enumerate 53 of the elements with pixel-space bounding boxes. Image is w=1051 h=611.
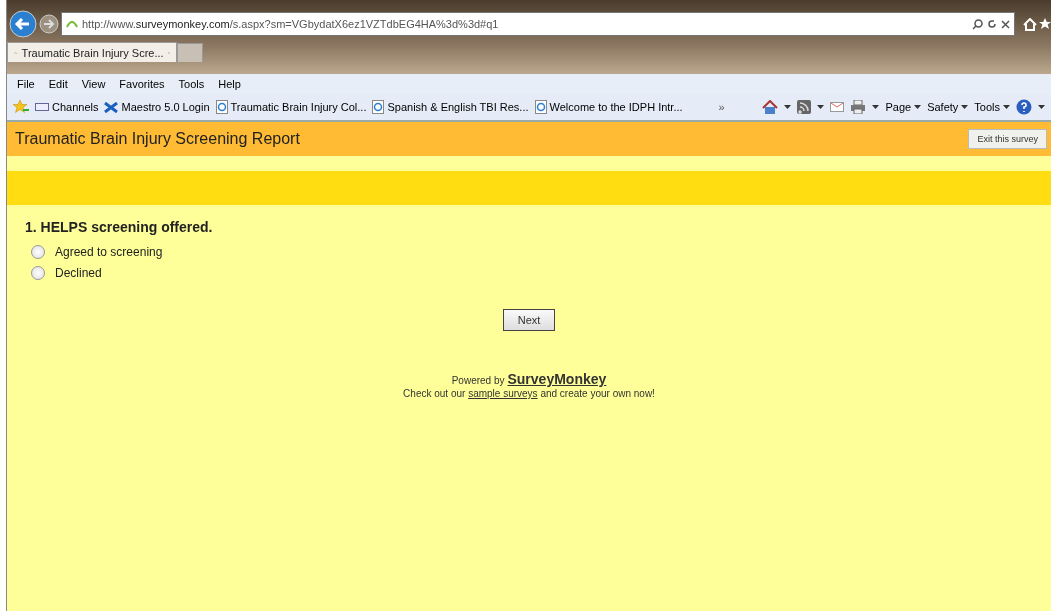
brand-link[interactable]: SurveyMonkey bbox=[507, 371, 607, 387]
question-text: 1. HELPS screening offered. bbox=[25, 219, 214, 235]
page-icon bbox=[372, 100, 385, 114]
caret-icon bbox=[1003, 105, 1010, 109]
back-button[interactable] bbox=[9, 10, 37, 38]
refresh-icon[interactable] bbox=[987, 19, 997, 29]
caret-icon bbox=[961, 105, 969, 109]
printer-icon[interactable] bbox=[850, 100, 867, 114]
page-icon bbox=[534, 100, 547, 114]
x-logo-icon bbox=[104, 101, 119, 113]
powered-by-text: Powered by bbox=[451, 375, 505, 386]
browser-tab[interactable]: Traumatic Brain Injury Scre... bbox=[7, 42, 177, 62]
command-menu[interactable]: Page bbox=[885, 101, 922, 113]
help-icon[interactable] bbox=[1016, 99, 1032, 115]
exit-survey-button[interactable]: Exit this survey bbox=[968, 129, 1047, 149]
caret-icon bbox=[872, 105, 880, 109]
radio-button[interactable] bbox=[31, 265, 45, 280]
sample-surveys-link[interactable]: sample surveys bbox=[468, 388, 538, 399]
channel-icon bbox=[35, 103, 49, 111]
caret-icon bbox=[784, 105, 792, 109]
mail-icon[interactable] bbox=[830, 102, 845, 112]
favorites-link[interactable]: Traumatic Brain Injury Col... bbox=[215, 100, 367, 114]
footer-text: Check out our sample surveys and create your own now! bbox=[403, 388, 655, 399]
menu-item[interactable]: View bbox=[81, 78, 106, 90]
menu-item[interactable]: Favorites bbox=[119, 78, 165, 90]
favorites-link[interactable]: Channels bbox=[35, 101, 99, 113]
page-icon bbox=[215, 100, 228, 114]
menu-item[interactable]: Help bbox=[218, 78, 241, 90]
search-icon[interactable] bbox=[972, 18, 983, 30]
favorites-link[interactable]: Welcome to the IDPH Intr... bbox=[534, 100, 683, 114]
more-chevron[interactable]: » bbox=[718, 101, 725, 113]
command-menu[interactable]: Safety bbox=[927, 101, 969, 113]
home-icon[interactable] bbox=[1023, 17, 1037, 31]
caret-icon bbox=[914, 105, 922, 109]
menu-item[interactable]: Edit bbox=[48, 78, 68, 90]
favorites-link[interactable]: Spanish & English TBI Res... bbox=[372, 100, 529, 114]
option-label[interactable]: Agreed to screening bbox=[55, 244, 163, 259]
menu-item[interactable]: File bbox=[17, 78, 35, 90]
option-label[interactable]: Declined bbox=[55, 265, 102, 280]
home-icon[interactable] bbox=[762, 99, 779, 115]
survey-title: Traumatic Brain Injury Screening Report bbox=[15, 130, 300, 148]
feed-icon[interactable] bbox=[797, 100, 812, 114]
address-bar[interactable]: http://www.surveymonkey.com/s.aspx?sm=VGbydatX6ez1VZTdbEG4HA%3d%3d#q1 bbox=[61, 12, 1015, 36]
caret-icon bbox=[817, 105, 825, 109]
star-icon[interactable] bbox=[1039, 18, 1051, 30]
next-button[interactable]: Next bbox=[502, 309, 556, 331]
radio-button[interactable] bbox=[31, 244, 45, 259]
command-menu[interactable]: Tools bbox=[974, 101, 1010, 113]
forward-button[interactable] bbox=[39, 14, 59, 34]
favorites-star-icon[interactable] bbox=[13, 100, 29, 114]
menu-item[interactable]: Tools bbox=[178, 78, 205, 90]
caret-icon bbox=[1038, 105, 1045, 109]
favorites-link[interactable]: Maestro 5.0 Login bbox=[104, 101, 210, 113]
